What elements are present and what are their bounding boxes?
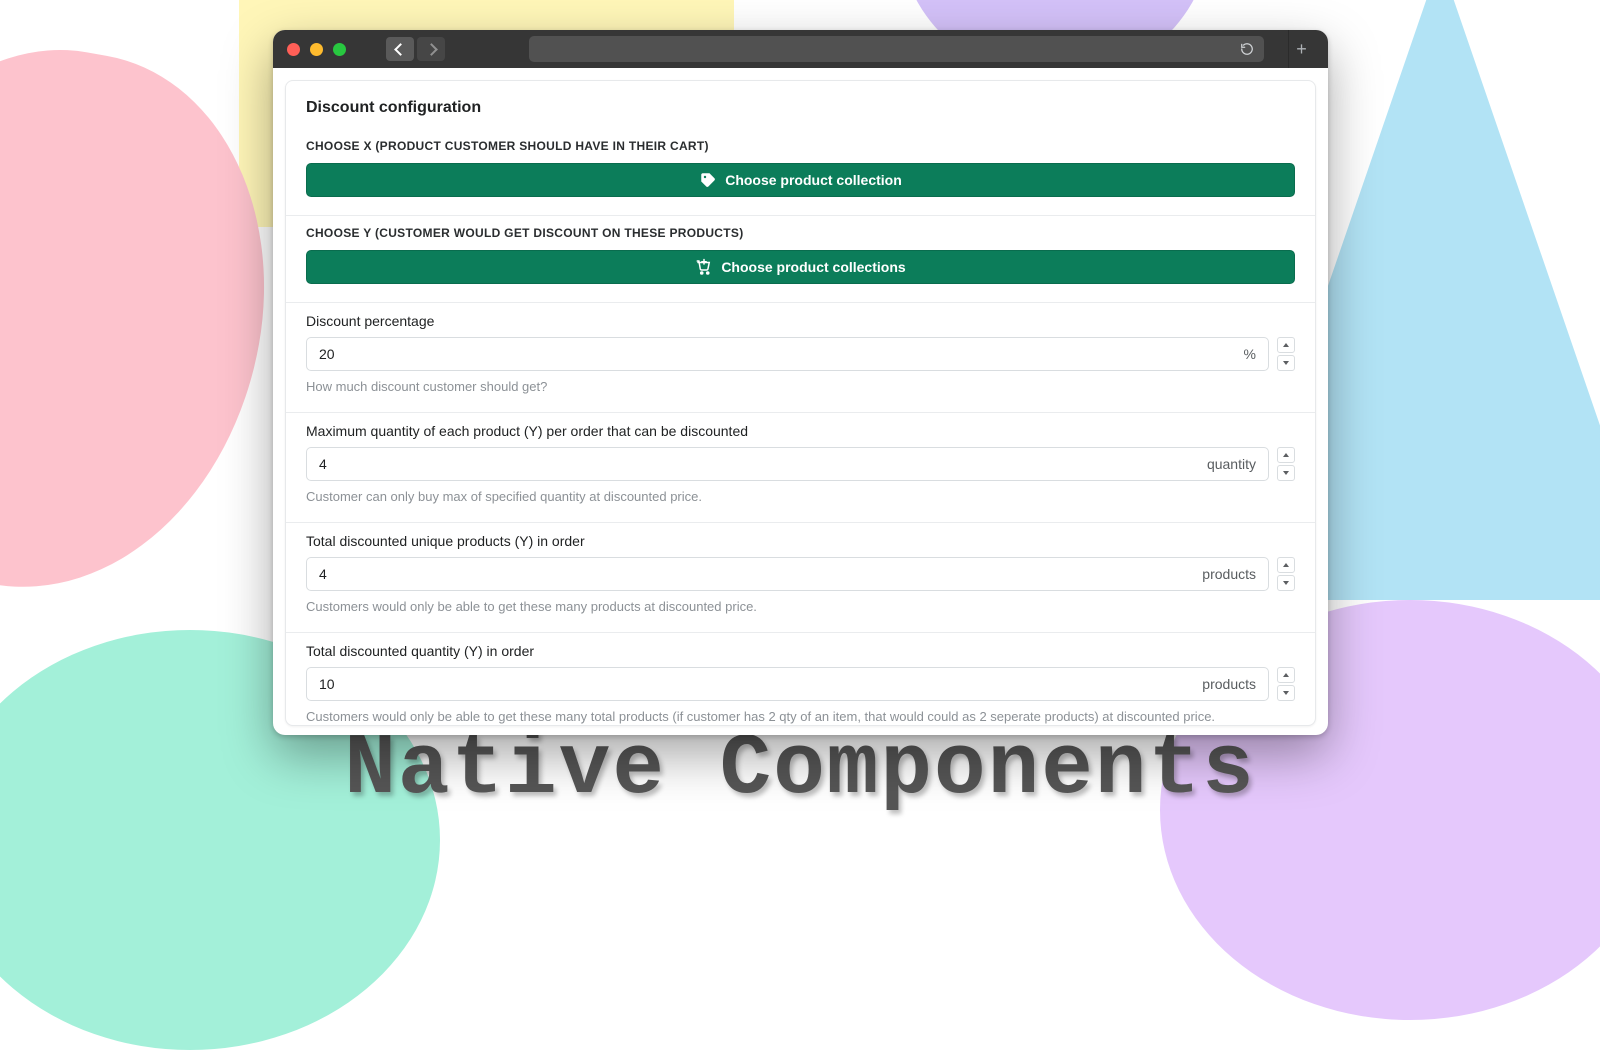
unique-products-value: 4 xyxy=(319,566,1192,582)
decrement-button[interactable] xyxy=(1277,575,1295,591)
decrement-button[interactable] xyxy=(1277,685,1295,701)
section-x-label: CHOOSE X (PRODUCT CUSTOMER SHOULD HAVE I… xyxy=(306,139,1295,153)
choose-x-label: Choose product collection xyxy=(725,172,902,188)
reload-icon[interactable] xyxy=(1240,42,1254,56)
section-y-label: CHOOSE Y (CUSTOMER WOULD GET DISCOUNT ON… xyxy=(306,226,1295,240)
max-qty-each-suffix: quantity xyxy=(1207,456,1256,472)
cart-add-icon xyxy=(695,258,713,276)
total-qty-suffix: products xyxy=(1202,676,1256,692)
unique-products-help: Customers would only be able to get thes… xyxy=(306,599,1295,614)
unique-products-suffix: products xyxy=(1202,566,1256,582)
section-choose-x: CHOOSE X (PRODUCT CUSTOMER SHOULD HAVE I… xyxy=(286,129,1315,216)
section-unique-products: Total discounted unique products (Y) in … xyxy=(286,523,1315,633)
choose-y-button[interactable]: Choose product collections xyxy=(306,250,1295,284)
discount-percentage-value: 20 xyxy=(319,346,1234,362)
section-discount-percentage: Discount percentage 20 % How much discou… xyxy=(286,303,1315,413)
minimize-icon[interactable] xyxy=(310,43,323,56)
discount-percentage-label: Discount percentage xyxy=(306,313,1295,329)
max-qty-each-label: Maximum quantity of each product (Y) per… xyxy=(306,423,1295,439)
tag-icon xyxy=(699,171,717,189)
section-total-qty: Total discounted quantity (Y) in order 1… xyxy=(286,633,1315,726)
titlebar: + xyxy=(273,30,1328,68)
increment-button[interactable] xyxy=(1277,667,1295,683)
new-tab-button[interactable]: + xyxy=(1288,30,1314,68)
discount-card: Discount configuration CHOOSE X (PRODUCT… xyxy=(285,80,1316,726)
decrement-button[interactable] xyxy=(1277,465,1295,481)
total-qty-help: Customers would only be able to get thes… xyxy=(306,709,1295,724)
total-qty-value: 10 xyxy=(319,676,1192,692)
max-qty-each-help: Customer can only buy max of specified q… xyxy=(306,489,1295,504)
unique-products-stepper xyxy=(1277,557,1295,591)
url-bar[interactable] xyxy=(529,36,1264,62)
forward-button[interactable] xyxy=(417,37,445,61)
total-qty-input[interactable]: 10 products xyxy=(306,667,1269,701)
fullscreen-icon[interactable] xyxy=(333,43,346,56)
max-qty-each-stepper xyxy=(1277,447,1295,481)
back-button[interactable] xyxy=(386,37,414,61)
browser-window: + Discount configuration CHOOSE X (PRODU… xyxy=(273,30,1328,735)
section-max-qty-each: Maximum quantity of each product (Y) per… xyxy=(286,413,1315,523)
total-qty-stepper xyxy=(1277,667,1295,701)
discount-percentage-help: How much discount customer should get? xyxy=(306,379,1295,394)
card-title: Discount configuration xyxy=(306,99,1295,117)
discount-percentage-suffix: % xyxy=(1244,346,1256,362)
discount-percentage-stepper xyxy=(1277,337,1295,371)
close-icon[interactable] xyxy=(287,43,300,56)
max-qty-each-input[interactable]: 4 quantity xyxy=(306,447,1269,481)
discount-percentage-input[interactable]: 20 % xyxy=(306,337,1269,371)
increment-button[interactable] xyxy=(1277,447,1295,463)
total-qty-label: Total discounted quantity (Y) in order xyxy=(306,643,1295,659)
decrement-button[interactable] xyxy=(1277,355,1295,371)
increment-button[interactable] xyxy=(1277,557,1295,573)
choose-y-label: Choose product collections xyxy=(721,259,905,275)
unique-products-input[interactable]: 4 products xyxy=(306,557,1269,591)
section-choose-y: CHOOSE Y (CUSTOMER WOULD GET DISCOUNT ON… xyxy=(286,216,1315,303)
increment-button[interactable] xyxy=(1277,337,1295,353)
unique-products-label: Total discounted unique products (Y) in … xyxy=(306,533,1295,549)
choose-x-button[interactable]: Choose product collection xyxy=(306,163,1295,197)
max-qty-each-value: 4 xyxy=(319,456,1197,472)
